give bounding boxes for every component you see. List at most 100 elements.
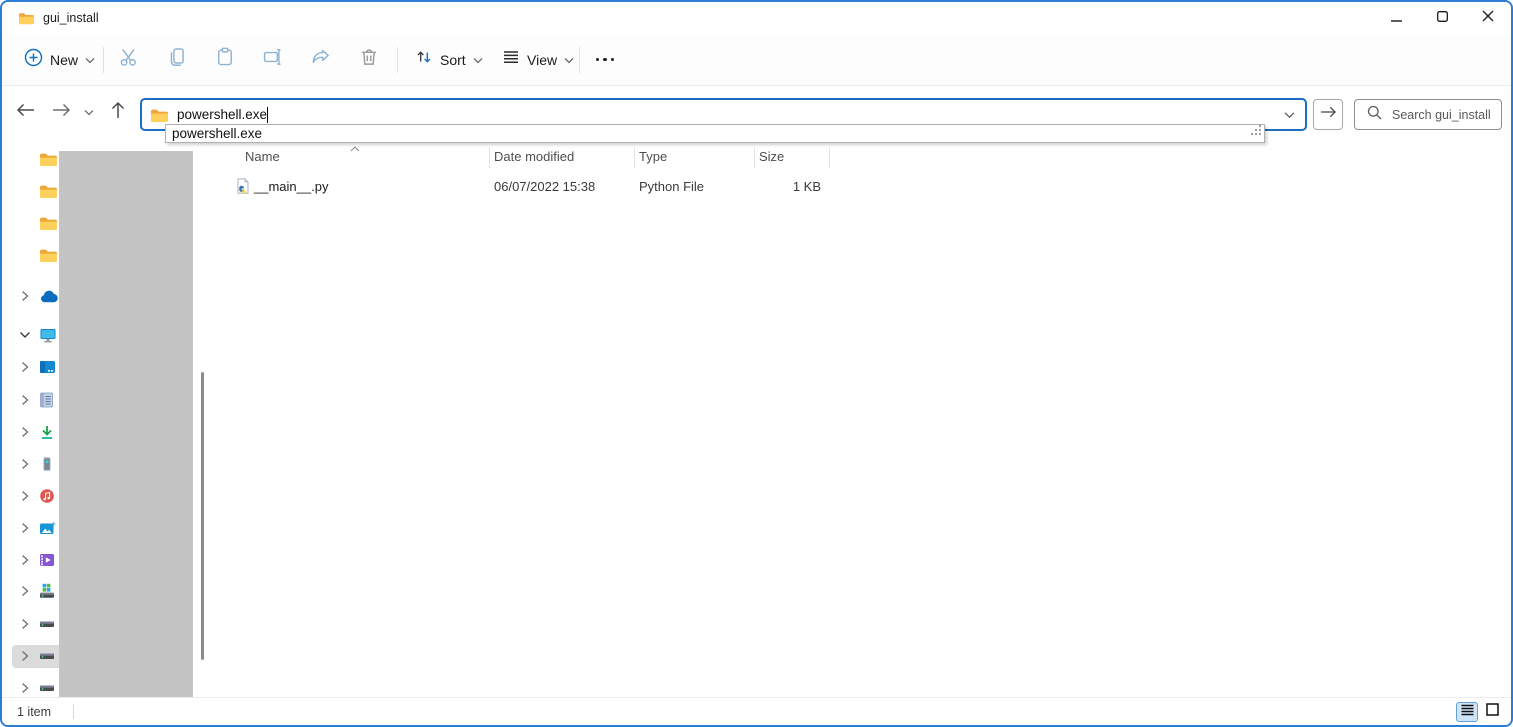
chevron-right-icon[interactable] [18,458,32,470]
pictures-icon [39,521,56,536]
new-circled-plus-icon [24,48,43,72]
chevron-right-icon[interactable] [18,361,32,373]
up-arrow-icon [110,101,126,124]
more-ellipsis-icon [596,58,615,62]
chevron-right-icon[interactable] [18,554,32,566]
column-separator[interactable] [754,147,755,168]
paste-button[interactable] [207,42,243,78]
folder-icon [39,151,57,167]
copy-icon [167,47,187,72]
search-magnifier-icon [1367,105,1382,125]
column-header-date-modified[interactable]: Date modified [489,144,634,170]
chevron-right-icon[interactable] [18,426,32,438]
address-input[interactable]: powershell.exe [177,107,267,122]
chevron-right-icon[interactable] [18,290,32,302]
search-box[interactable] [1354,99,1502,130]
status-separator [73,704,74,719]
large-icons-view-icon [1486,703,1499,721]
file-type: Python File [639,174,704,199]
copy-button[interactable] [159,42,195,78]
chevron-right-icon[interactable] [18,522,32,534]
toolbar-separator [397,47,398,73]
go-arrow-icon [1320,105,1337,124]
chevron-right-icon[interactable] [18,490,32,502]
status-bar: 1 item [2,697,1511,725]
sidebar-scrollbar[interactable] [201,372,204,660]
search-input[interactable] [1392,108,1502,122]
chevron-down-icon [85,51,95,69]
resize-grip-icon[interactable] [1251,123,1262,141]
command-bar: New Sort [2,34,1511,86]
drive-icon [39,616,55,632]
back-arrow-icon [16,102,35,123]
chevron-down-icon[interactable] [18,331,32,339]
window-title: gui_install [43,11,99,25]
address-suggestion-item[interactable]: powershell.exe [166,125,1264,142]
forward-arrow-icon [52,102,71,123]
folder-icon [39,247,57,263]
item-count: 1 item [17,705,51,719]
close-button[interactable] [1465,2,1511,34]
windows-drive-icon [39,583,55,599]
folder-icon [39,183,57,199]
view-button-label: View [527,52,557,68]
see-more-button[interactable] [587,42,623,78]
sort-button-label: Sort [440,52,466,68]
rename-button[interactable] [255,42,291,78]
up-button[interactable] [104,98,132,126]
file-list-pane: Name Date modified Type Size __main__.py… [222,142,1513,701]
window-controls [1373,2,1511,34]
minimize-icon [1391,9,1402,27]
chevron-down-icon [564,51,574,69]
file-row[interactable]: __main__.py 06/07/2022 15:38 Python File… [222,174,832,199]
chevron-right-icon[interactable] [18,618,32,630]
downloads-icon [39,425,55,440]
large-icons-view-button[interactable] [1481,702,1503,722]
forward-button[interactable] [47,98,75,126]
desktop-icon [39,360,56,374]
toolbar-separator [579,47,580,73]
documents-icon [39,392,54,408]
share-icon [311,47,331,72]
column-separator[interactable] [634,147,635,168]
toolbar-separator [103,47,104,73]
cut-button[interactable] [111,42,147,78]
go-to-button[interactable] [1313,99,1343,130]
new-button-label: New [50,52,78,68]
file-explorer-window: gui_install New [0,0,1513,727]
content-area: Name Date modified Type Size __main__.py… [2,142,1513,701]
new-button[interactable]: New [16,42,103,78]
minimize-button[interactable] [1373,2,1419,34]
column-separator[interactable] [489,147,490,168]
column-separator[interactable] [829,147,830,168]
column-header-name[interactable]: Name [240,144,489,170]
back-button[interactable] [11,98,39,126]
chevron-right-icon[interactable] [18,650,32,662]
text-caret [267,107,268,123]
file-name[interactable]: __main__.py [254,174,328,199]
folder-icon [18,11,34,25]
share-button[interactable] [303,42,339,78]
column-header-type[interactable]: Type [634,144,754,170]
file-size: 1 KB [754,174,821,199]
maximize-button[interactable] [1419,2,1465,34]
this-pc-monitor-icon [39,327,57,343]
details-view-icon [1461,703,1474,721]
rename-icon [263,47,283,72]
view-button[interactable]: View [494,42,582,78]
file-date-modified: 06/07/2022 15:38 [494,174,595,199]
delete-button[interactable] [351,42,387,78]
recent-locations-button[interactable] [79,98,99,126]
chevron-right-icon[interactable] [18,682,32,694]
onedrive-cloud-icon [39,290,58,303]
chevron-right-icon[interactable] [18,394,32,406]
python-file-icon [235,177,251,202]
column-header-size[interactable]: Size [754,144,829,170]
close-icon [1482,9,1494,27]
chevron-right-icon[interactable] [18,585,32,597]
phone-device-icon [39,456,55,472]
sort-button[interactable]: Sort [407,42,491,78]
recent-chevron-icon [84,103,94,121]
details-view-button[interactable] [1456,702,1478,722]
address-dropdown-button[interactable] [1273,100,1305,129]
